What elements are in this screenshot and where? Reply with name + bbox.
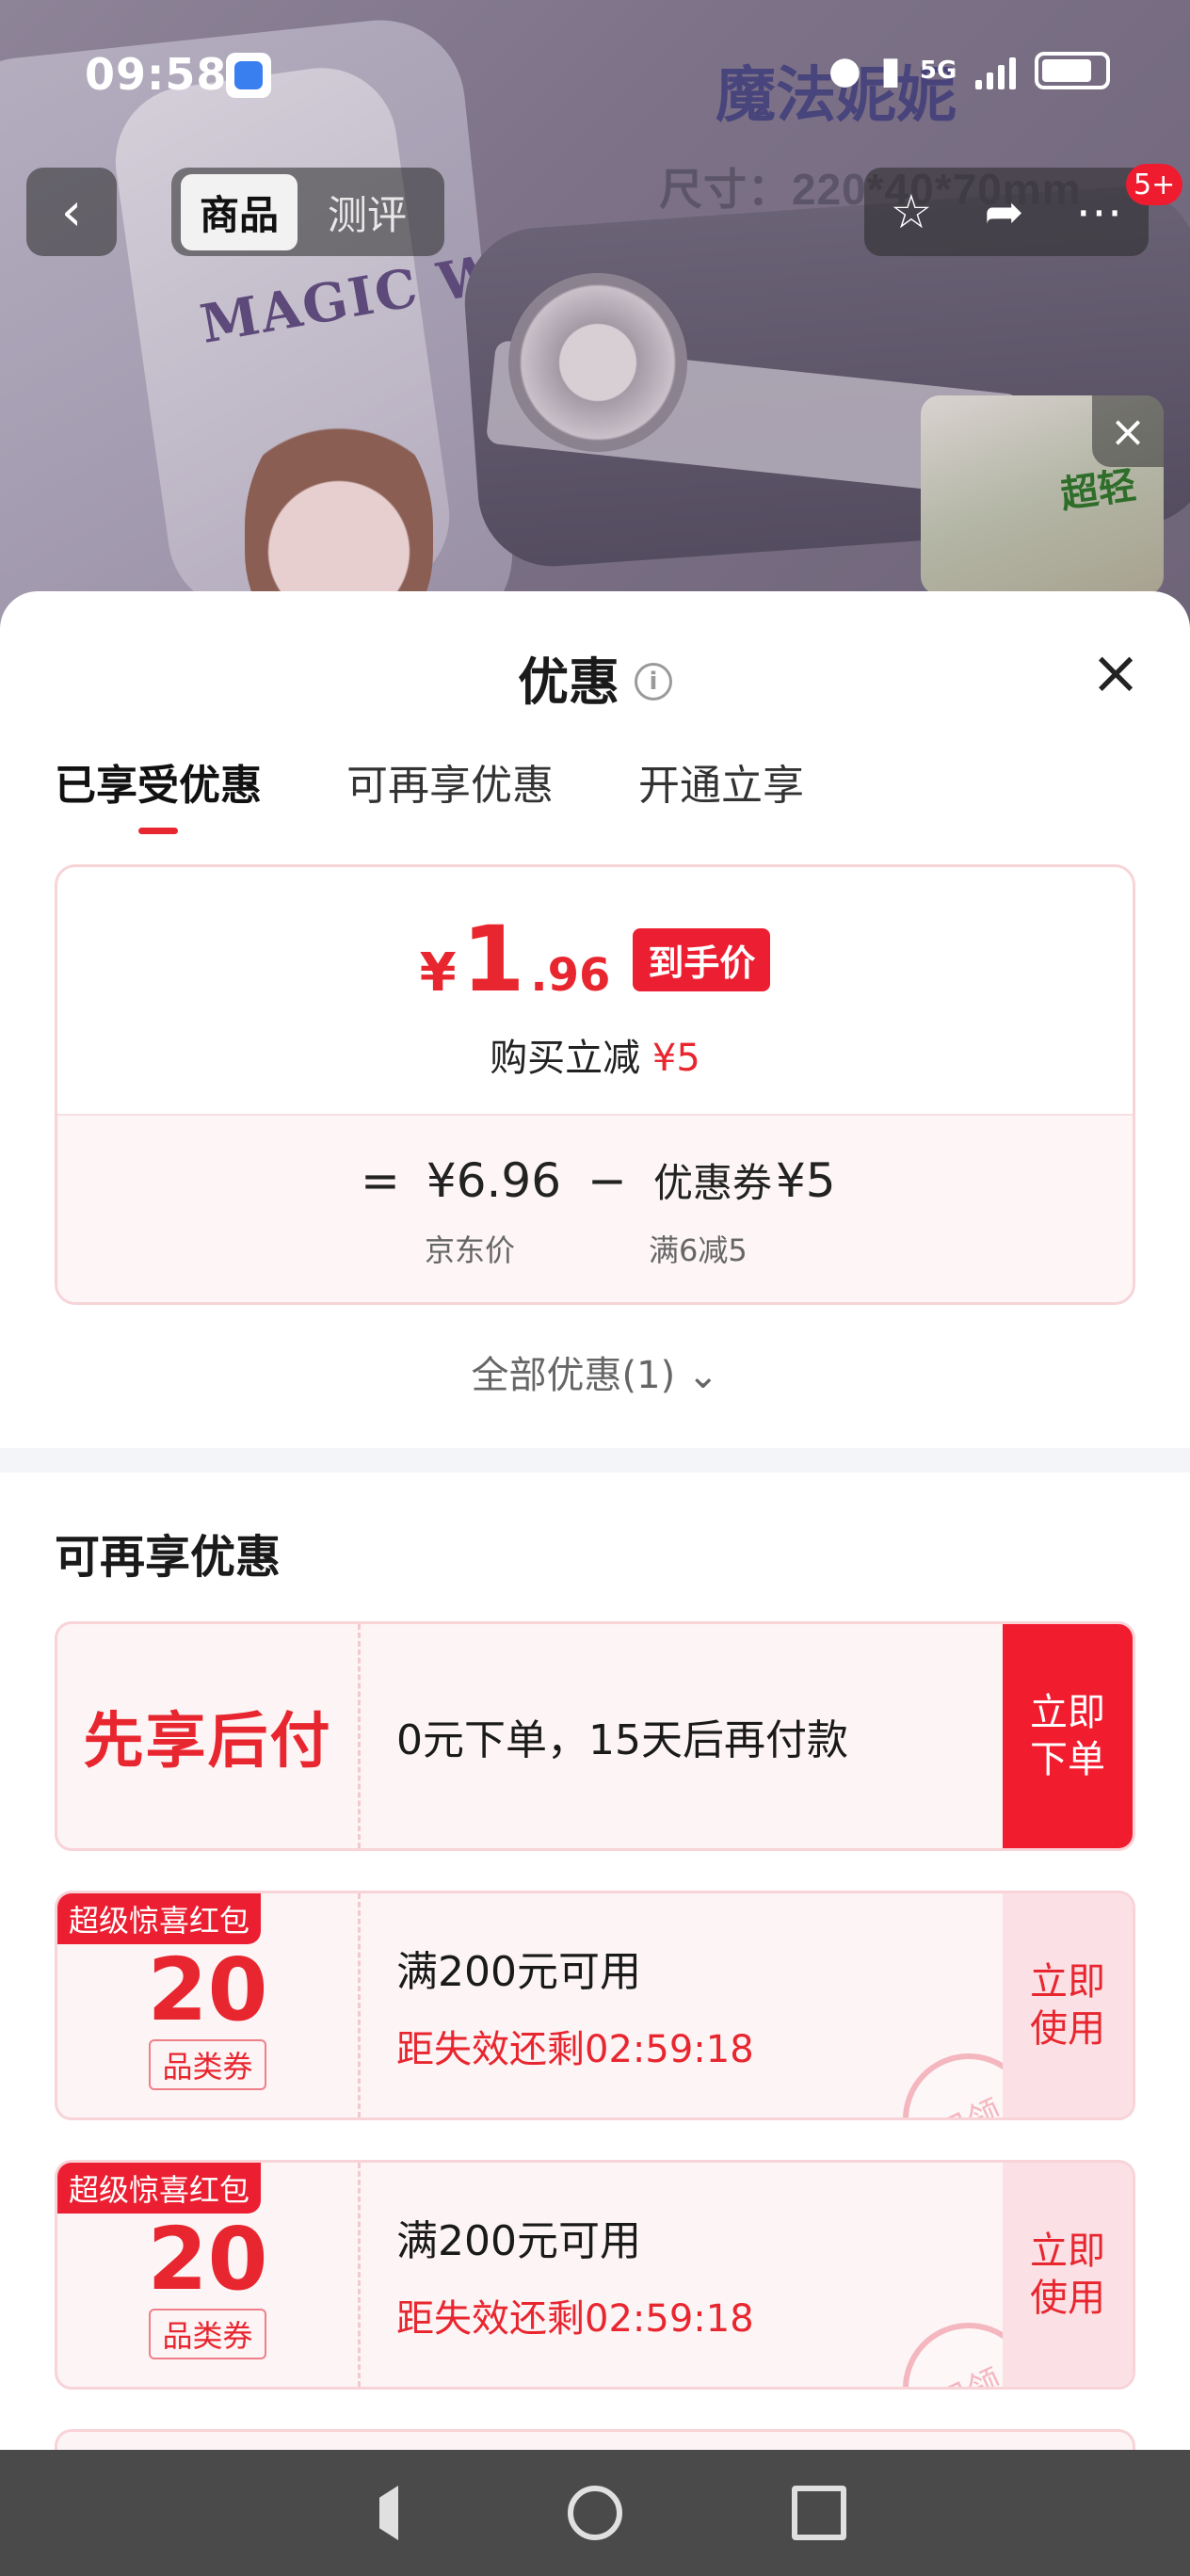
coupon-amount-block: 20 品类券 bbox=[57, 2163, 361, 2387]
chevron-down-icon: ⌄ bbox=[686, 1354, 719, 1397]
coupon-value: 20 bbox=[147, 1940, 268, 2040]
signal-icon bbox=[975, 52, 1017, 89]
battery-icon bbox=[1035, 52, 1111, 89]
pay-later-info: 0元下单，15天后再付款 bbox=[396, 1624, 848, 1848]
more-icon[interactable]: ⋯ bbox=[1075, 185, 1122, 239]
info-icon[interactable]: i bbox=[635, 663, 672, 701]
coupon-condition: 满200元可用 bbox=[396, 2217, 641, 2265]
back-button[interactable]: ‹ bbox=[26, 168, 117, 256]
equals-sign: = bbox=[361, 1153, 400, 1208]
offer-tabs: 已享受优惠 可再享优惠 开通立享 bbox=[55, 751, 804, 834]
star-icon[interactable]: ☆ bbox=[891, 185, 933, 239]
order-now-button[interactable]: 立即 下单 bbox=[1003, 1624, 1133, 1848]
instant-discount-label: 购买立减 bbox=[490, 1037, 641, 1080]
network-type: 5G bbox=[919, 56, 957, 85]
pay-later-left: 先享后付 bbox=[57, 1624, 361, 1848]
close-icon: × bbox=[1109, 406, 1147, 457]
home-circle-icon[interactable] bbox=[568, 2486, 622, 2540]
tab-enjoyed-offers[interactable]: 已享受优惠 bbox=[55, 751, 262, 834]
coupon-value: 20 bbox=[147, 2209, 268, 2310]
pay-later-title: 先享后付 bbox=[83, 1707, 332, 1777]
sheet-title: 优惠 bbox=[518, 652, 619, 712]
location-icon: ● bbox=[828, 49, 861, 92]
all-offers-label: 全部优惠(1) bbox=[471, 1354, 676, 1397]
coupon-timer: 距失效还剩02:59:18 bbox=[396, 2297, 754, 2341]
price-integer: 1 bbox=[461, 907, 525, 1012]
system-navigation-bar bbox=[0, 2450, 1190, 2576]
coupon-amount: ¥5 bbox=[775, 1153, 836, 1208]
tab-review[interactable]: 测评 bbox=[309, 174, 426, 250]
coupon-category: 品类券 bbox=[149, 2309, 266, 2359]
correction-tape-graphic bbox=[508, 273, 687, 452]
use-now-button[interactable]: 立即 使用 bbox=[1003, 2163, 1133, 2387]
price-breakdown: = ¥6.96 − 优惠券 ¥5 京东价 满6减5 bbox=[57, 1114, 1133, 1302]
coupon-condition: 满200元可用 bbox=[396, 1948, 641, 1996]
price-currency: ¥ bbox=[419, 942, 457, 1004]
close-sheet-button[interactable]: × bbox=[1083, 642, 1149, 708]
coupon-timer: 距失效还剩02:59:18 bbox=[396, 2028, 754, 2071]
price-formula: = ¥6.96 − 优惠券 ¥5 bbox=[361, 1151, 836, 1209]
close-thumbnail-button[interactable]: × bbox=[1092, 395, 1164, 467]
instant-discount-amount: ¥5 bbox=[651, 1037, 700, 1080]
all-offers-toggle[interactable]: 全部优惠(1) ⌄ bbox=[0, 1344, 1190, 1399]
coupon-card: 超级惊喜红包 20 品类券 满200元可用 距失效还剩02:59:18 已领 立… bbox=[55, 2160, 1135, 2390]
instant-discount-line: 购买立减 ¥5 bbox=[57, 1027, 1133, 1082]
top-action-group: ☆ ➦ ⋯ bbox=[864, 168, 1149, 256]
use-now-button[interactable]: 立即 使用 bbox=[1003, 1893, 1133, 2117]
final-price: ¥ 1 .96 到手价 bbox=[57, 914, 1133, 1006]
final-price-summary: ¥ 1 .96 到手价 购买立减 ¥5 bbox=[57, 867, 1133, 1114]
coupon-label: 优惠券 bbox=[652, 1160, 772, 1206]
sheet-title-row: 优惠 i bbox=[0, 640, 1190, 715]
app-notification-icon bbox=[226, 53, 271, 98]
coupon-info: 满200元可用 距失效还剩02:59:18 bbox=[396, 1893, 754, 2117]
top-tab-bar: 商品 测评 bbox=[171, 168, 444, 256]
price-decimal: .96 bbox=[530, 949, 611, 1002]
coupon-info: 满200元可用 距失效还剩02:59:18 bbox=[396, 2163, 754, 2387]
pay-later-card: 先享后付 0元下单，15天后再付款 立即 下单 bbox=[55, 1621, 1135, 1851]
section-divider bbox=[0, 1448, 1190, 1473]
recents-square-icon[interactable] bbox=[792, 2486, 846, 2540]
jd-price: ¥6.96 bbox=[426, 1153, 562, 1208]
back-triangle-icon[interactable] bbox=[344, 2486, 398, 2540]
chevron-left-icon: ‹ bbox=[60, 181, 83, 243]
message-badge: 5+ bbox=[1126, 164, 1183, 205]
tab-activate-offers[interactable]: 开通立享 bbox=[638, 751, 804, 834]
tab-product[interactable]: 商品 bbox=[181, 173, 298, 250]
final-price-tag: 到手价 bbox=[633, 928, 771, 991]
coupon-card: 超级惊喜红包 20 品类券 满200元可用 距失效还剩02:59:18 已领 立… bbox=[55, 1891, 1135, 2120]
more-offers-title: 可再享优惠 bbox=[55, 1531, 281, 1584]
jd-price-caption: 京东价 bbox=[425, 1232, 516, 1268]
status-icons: ● ▮ 5G bbox=[828, 49, 1111, 92]
offers-bottom-sheet: 优惠 i × 已享受优惠 可再享优惠 开通立享 ¥ 1 .96 到手价 购买立减 … bbox=[0, 591, 1190, 2450]
status-time: 09:58 bbox=[85, 49, 228, 100]
close-icon: × bbox=[1090, 638, 1141, 708]
coupon-card-partial bbox=[55, 2429, 1135, 2450]
coupon-category: 品类券 bbox=[149, 2039, 266, 2090]
final-price-card: ¥ 1 .96 到手价 购买立减 ¥5 = ¥6.96 − 优惠券 ¥5 京东价… bbox=[55, 864, 1135, 1305]
share-icon[interactable]: ➦ bbox=[984, 185, 1023, 239]
status-bar: 09:58 ● ▮ 5G bbox=[0, 0, 1190, 151]
tab-more-offers[interactable]: 可再享优惠 bbox=[346, 751, 554, 834]
pay-later-desc: 0元下单，15天后再付款 bbox=[396, 1716, 848, 1764]
coupon-caption: 满6减5 bbox=[649, 1232, 748, 1268]
vibrate-icon: ▮ bbox=[879, 49, 901, 92]
minus-sign: − bbox=[587, 1153, 627, 1208]
coupon-amount-block: 20 品类券 bbox=[57, 1893, 361, 2117]
